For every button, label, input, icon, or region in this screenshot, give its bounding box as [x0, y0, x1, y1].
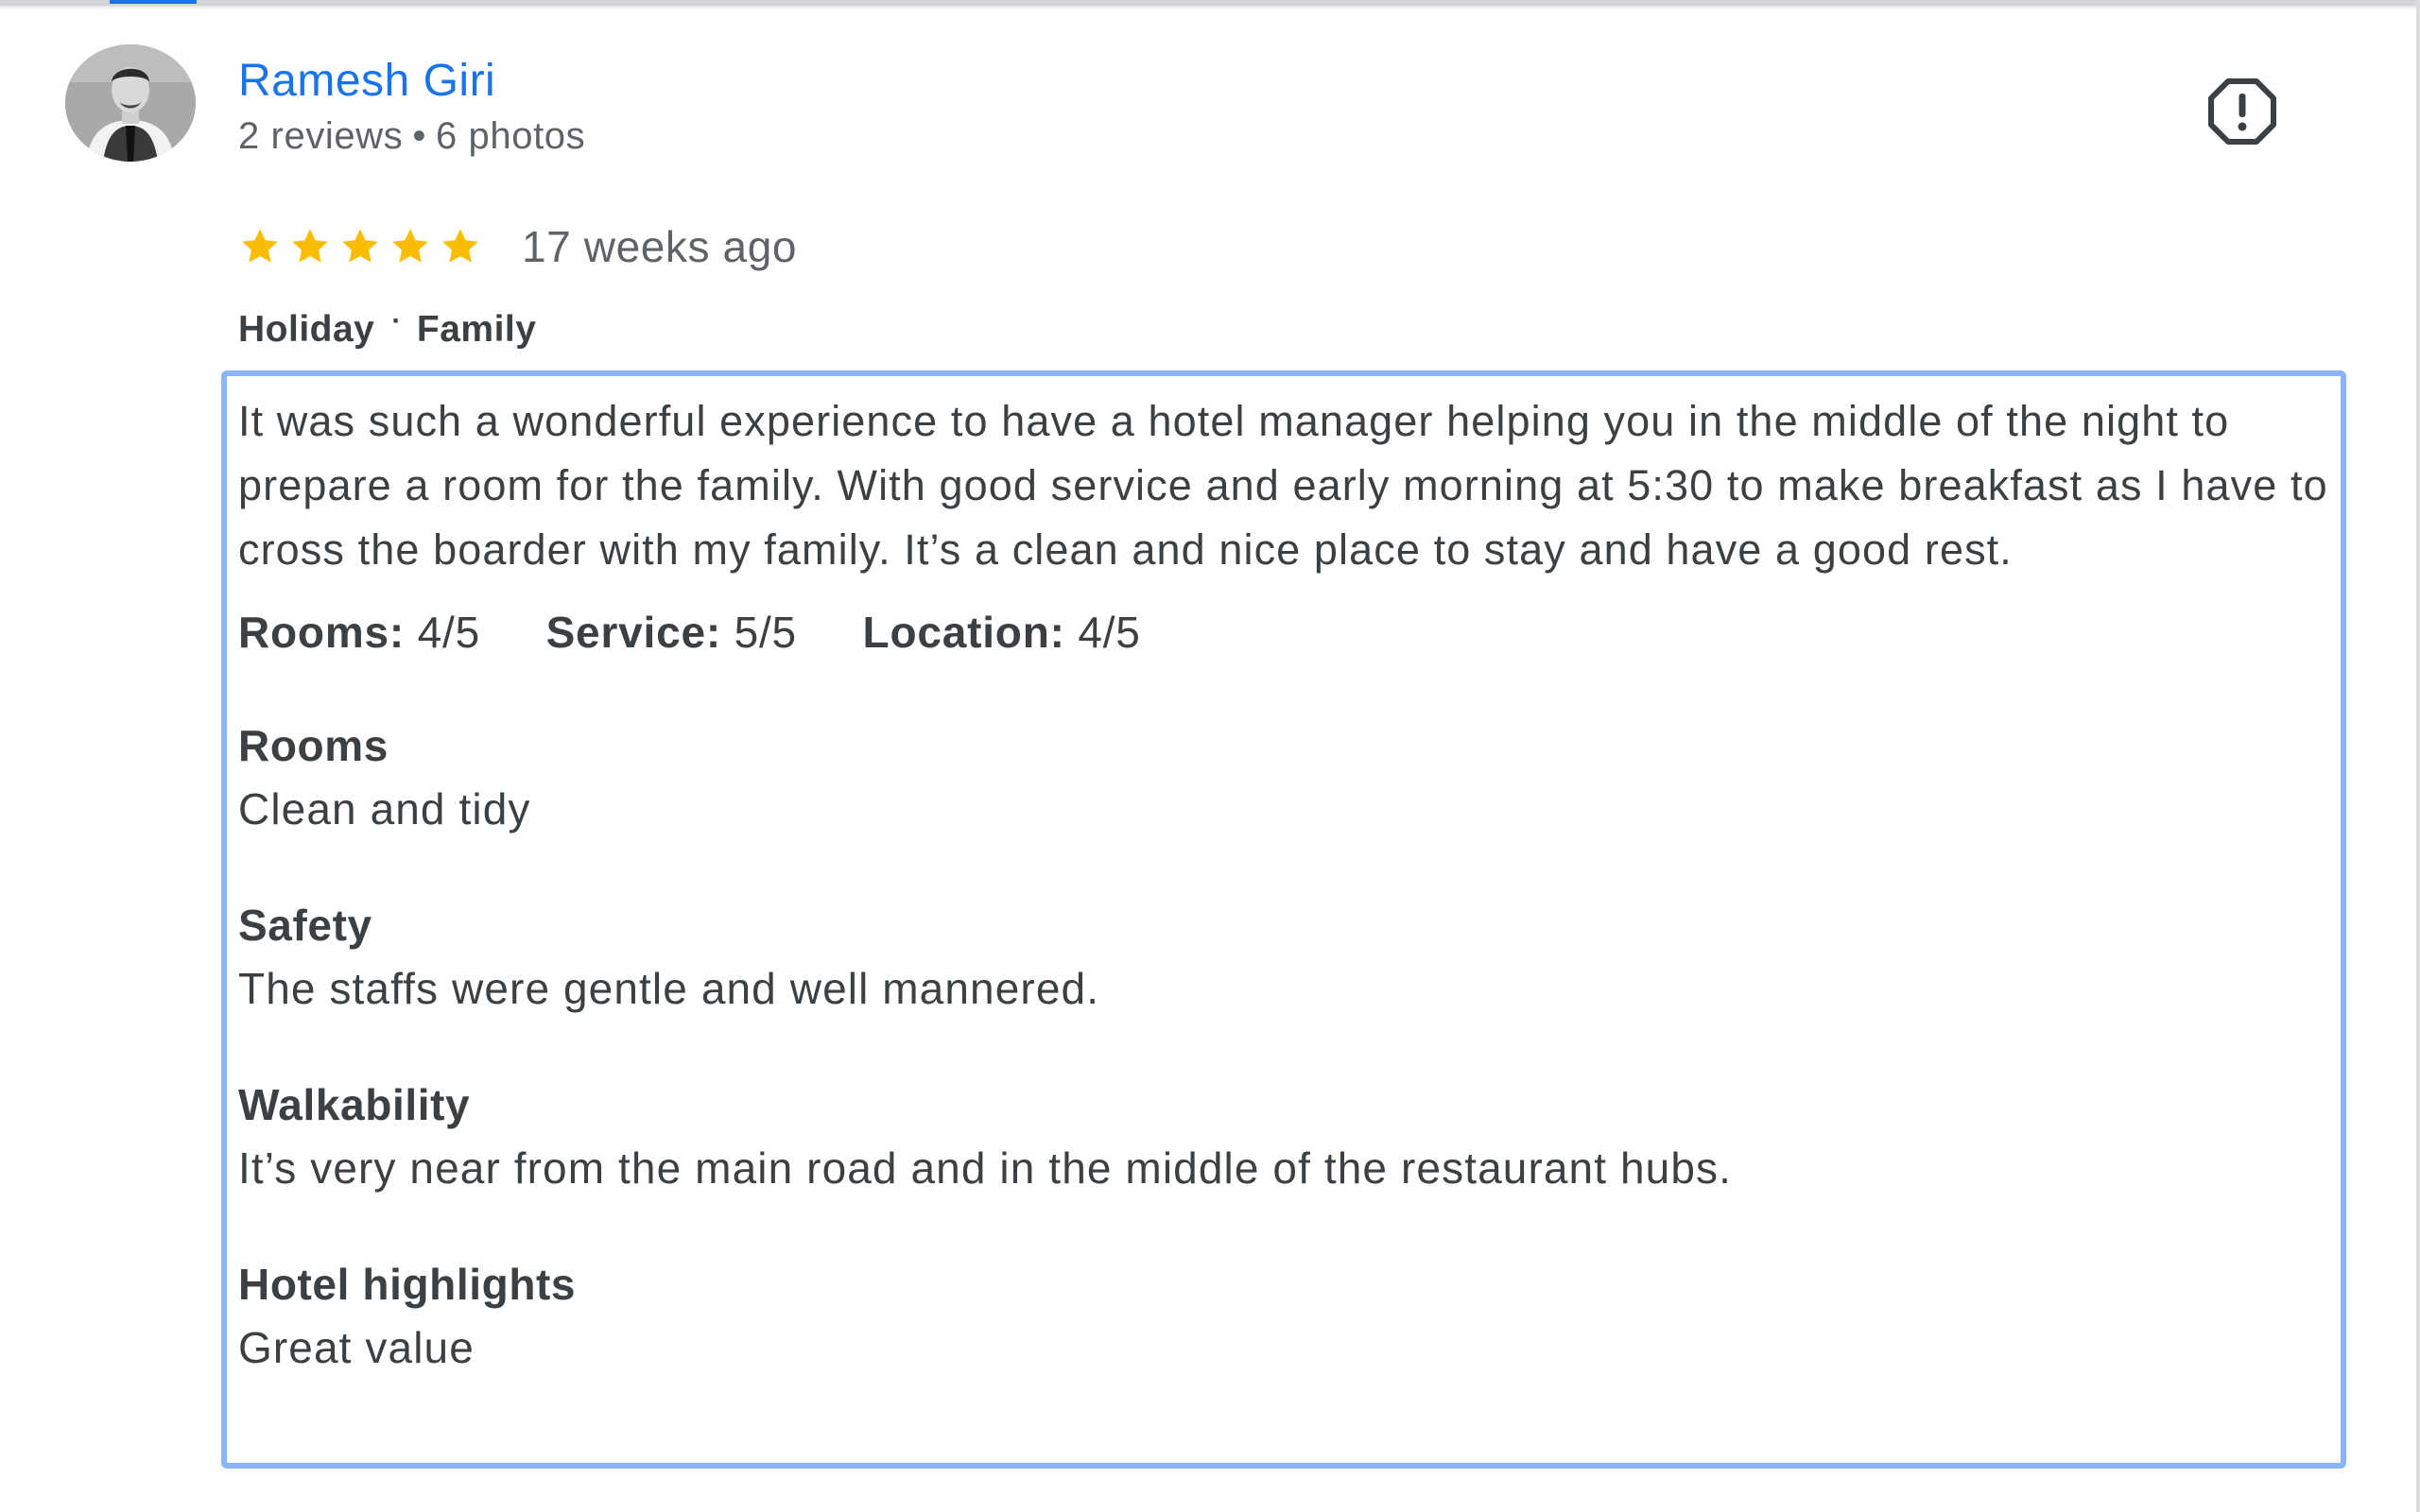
star-icon [392, 229, 428, 263]
sub-ratings: Rooms: 4/5 Service: 5/5 Location: 4/5 [238, 603, 2341, 662]
section-body: Clean and tidy [238, 784, 531, 833]
trip-type: Holiday [238, 309, 375, 350]
star-rating [238, 225, 482, 268]
section-title: Walkability [238, 1080, 471, 1129]
sub-rating-value: 4/5 [1078, 608, 1141, 657]
report-flag-icon [2208, 78, 2276, 145]
reviewer-review-count: 2 reviews [238, 115, 404, 157]
meta-separator: • [412, 115, 426, 157]
star-icon [292, 229, 328, 263]
star-icon [342, 229, 378, 263]
trip-group: Family [416, 309, 537, 350]
review-content-box[interactable]: It was such a wonderful experience to ha… [221, 370, 2346, 1469]
section-body: The staffs were gentle and well mannered… [238, 964, 1100, 1013]
reviewer-avatar[interactable] [65, 44, 196, 162]
reviewer-name-link[interactable]: Ramesh Giri [238, 51, 495, 112]
section-hotel-highlights: Hotel highlights Great value [238, 1253, 2341, 1380]
section-title: Hotel highlights [238, 1260, 577, 1309]
trip-context: Holiday · Family [238, 297, 536, 354]
sub-rating-service: Service: 5/5 [546, 603, 797, 662]
trip-separator: · [391, 305, 402, 336]
report-review-button[interactable] [2203, 77, 2282, 146]
sub-rating-rooms: Rooms: 4/5 [238, 603, 480, 662]
sub-rating-value: 4/5 [417, 608, 480, 657]
sub-rating-value: 5/5 [734, 608, 797, 657]
sub-rating-label: Rooms: [238, 608, 406, 657]
section-body: Great value [238, 1323, 475, 1372]
rating-row: 17 weeks ago [238, 214, 797, 280]
review-text: It was such a wonderful experience to ha… [238, 397, 2328, 574]
review-time-ago: 17 weeks ago [522, 222, 798, 271]
avatar-photo-icon [65, 44, 196, 162]
section-title: Rooms [238, 721, 389, 770]
right-edge-divider [2416, 0, 2420, 1512]
section-rooms: Rooms Clean and tidy [238, 714, 2341, 841]
section-title: Safety [238, 901, 372, 950]
section-body: It’s very near from the main road and in… [238, 1143, 1733, 1193]
sub-rating-label: Service: [545, 608, 721, 657]
star-icon [442, 229, 478, 263]
section-safety: Safety The staffs were gentle and well m… [238, 894, 2341, 1021]
top-divider [0, 0, 2420, 6]
section-walkability: Walkability It’s very near from the main… [238, 1074, 2341, 1200]
active-tab-indicator [110, 0, 197, 4]
reviewer-stats: 2 reviews • 6 photos [238, 112, 585, 161]
reviewer-photo-count: 6 photos [435, 115, 586, 157]
star-icon [242, 229, 278, 263]
sub-rating-location: Location: 4/5 [863, 603, 1141, 662]
sub-rating-label: Location: [862, 608, 1065, 657]
